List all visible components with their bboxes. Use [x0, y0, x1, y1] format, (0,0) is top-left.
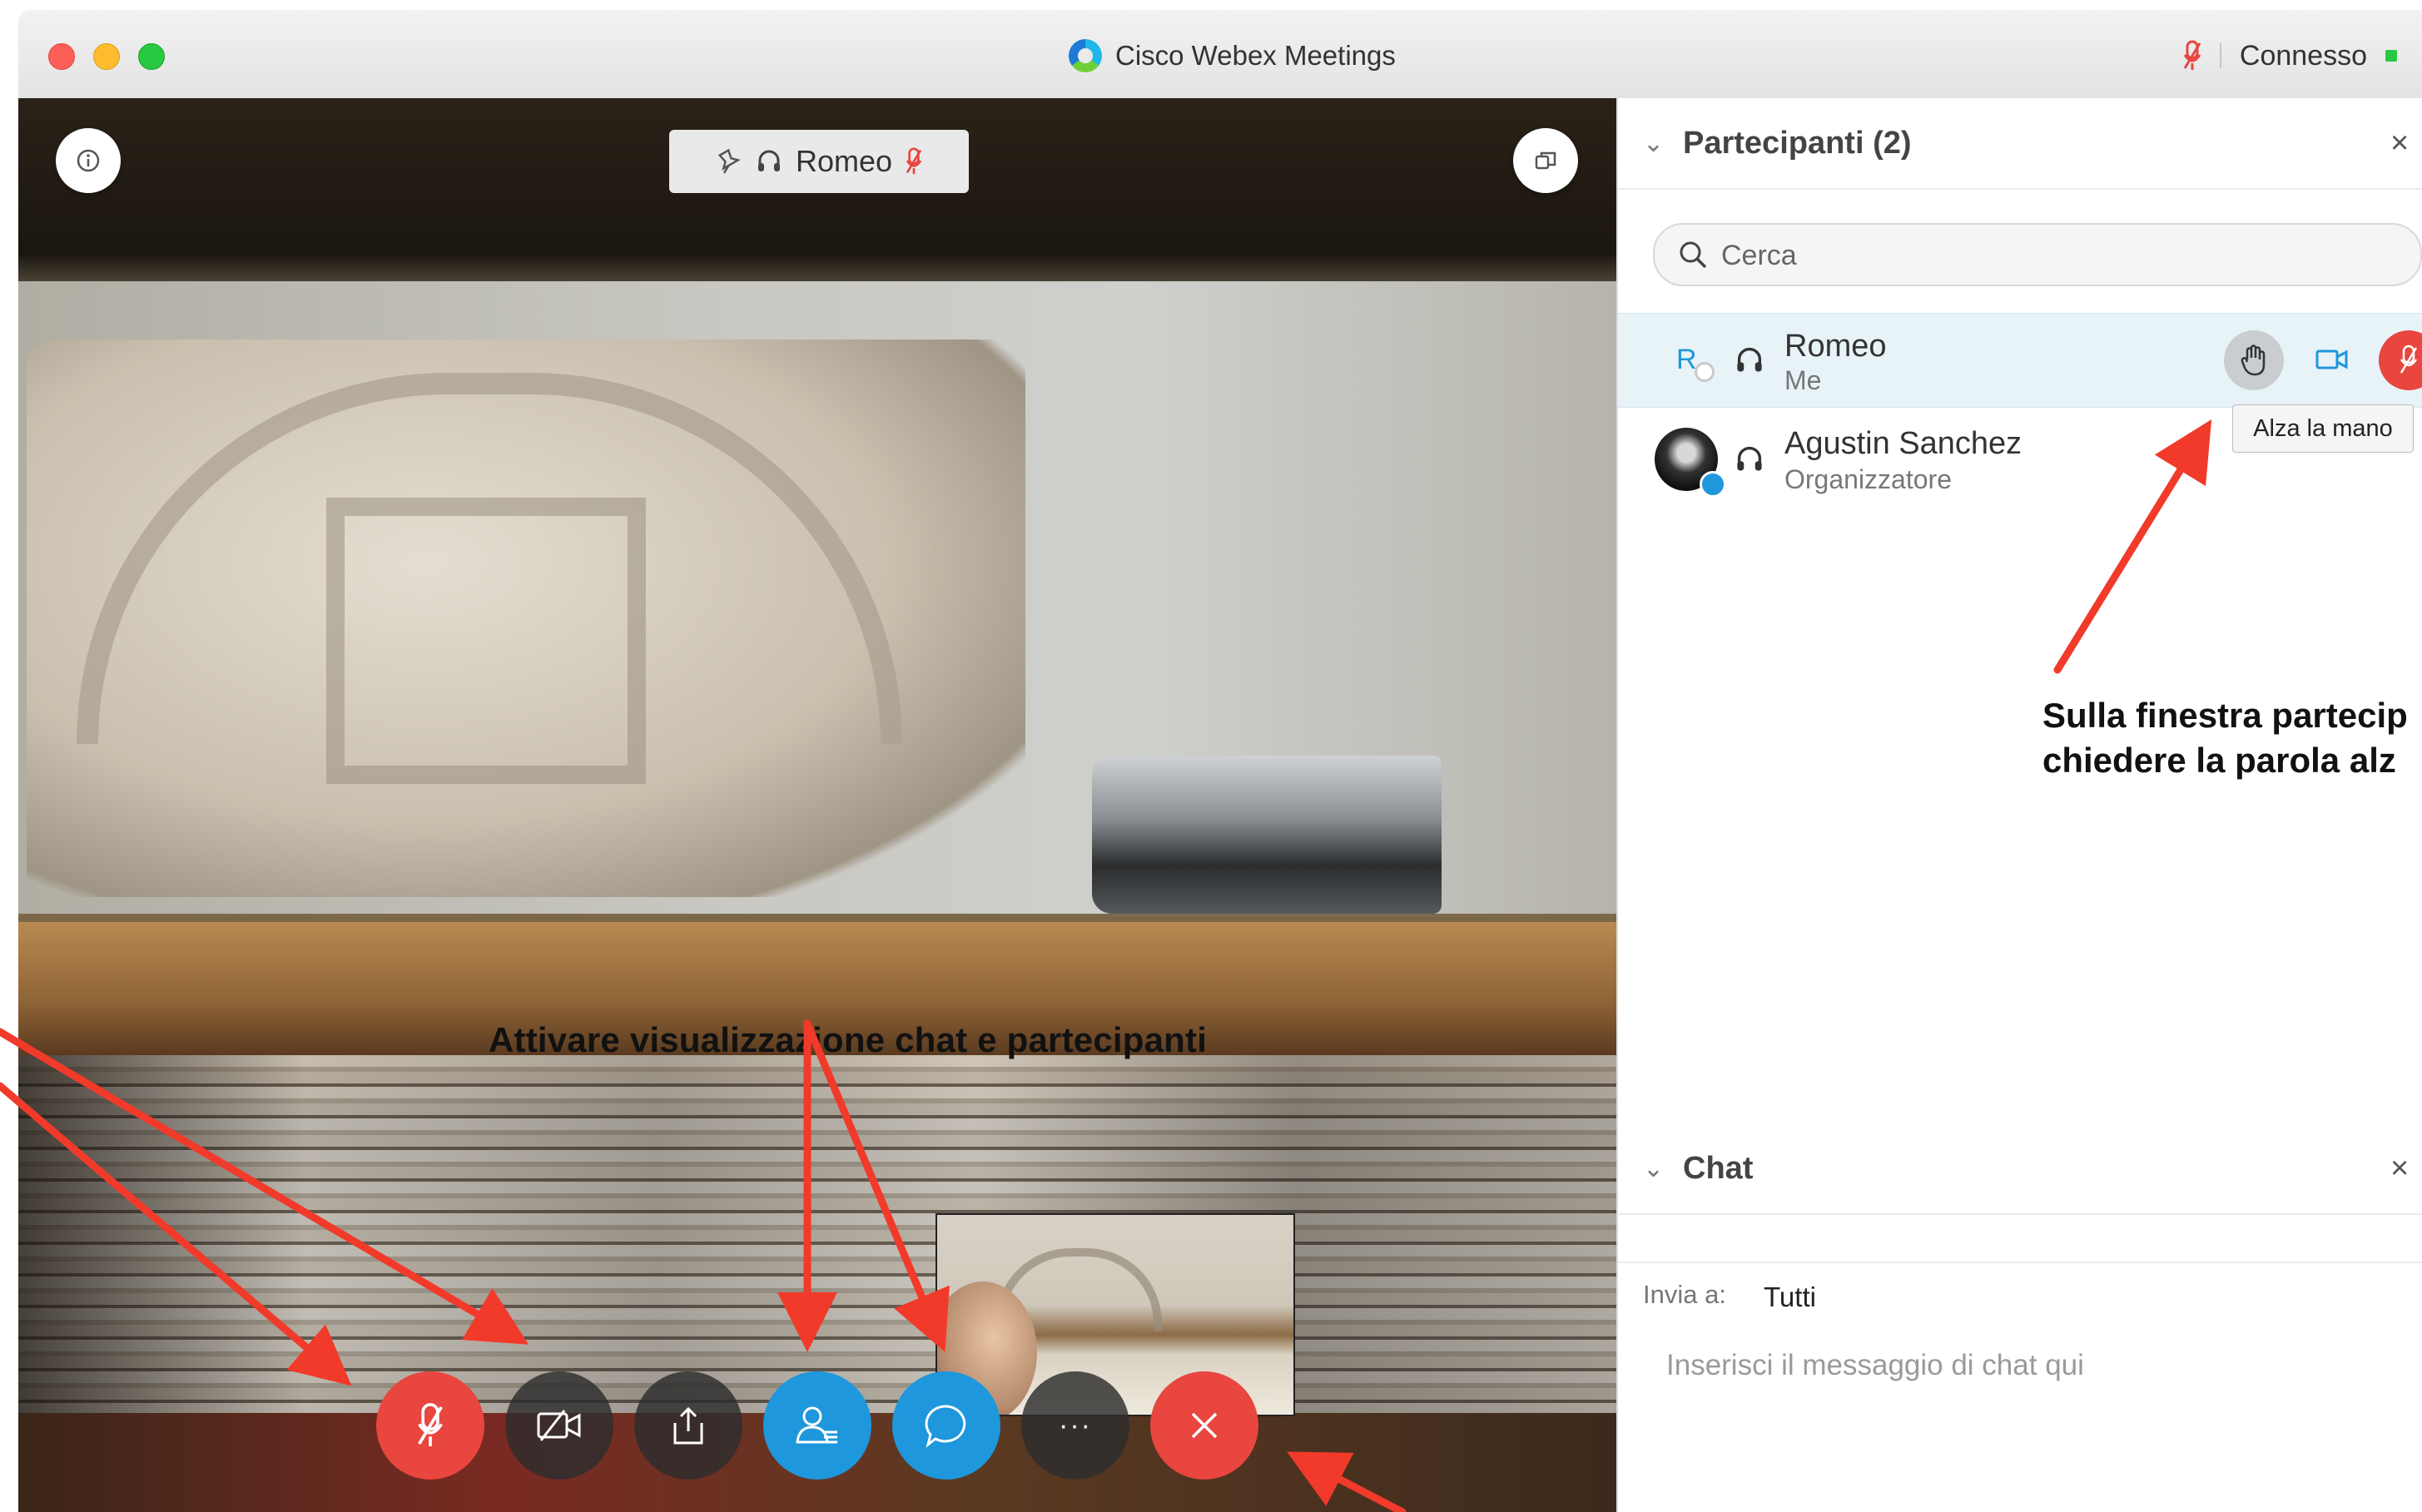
- participant-name: Agustin Sanchez: [1784, 426, 2022, 461]
- participant-role: Organizzatore: [1784, 464, 1952, 494]
- microphone-muted-icon: [2400, 345, 2418, 374]
- avatar: R: [1676, 344, 1697, 375]
- search-icon: [1680, 241, 1707, 269]
- send-to-select[interactable]: Tutti: [1764, 1281, 1816, 1313]
- chat-message-input[interactable]: Inserisci il messaggio di chat qui: [1666, 1349, 2084, 1382]
- microphone-muted-icon: [418, 1403, 443, 1447]
- side-panel: ⌄ Partecipanti (2) × Cerca R Romeo Me Al…: [1616, 98, 2422, 1512]
- chat-title: Chat: [1683, 1150, 1754, 1186]
- headset-icon: [1737, 446, 1762, 471]
- share-icon: [673, 1406, 703, 1445]
- video-icon[interactable]: [2315, 347, 2349, 372]
- connection-indicator: [2385, 50, 2397, 62]
- info-icon: [77, 149, 100, 172]
- microphone-muted-icon: [906, 147, 922, 175]
- close-icon: [1191, 1412, 1218, 1439]
- headset-icon: [757, 150, 780, 171]
- window-titlebar: Cisco Webex Meetings Connesso: [18, 10, 2422, 99]
- window-title: Cisco Webex Meetings: [1069, 35, 1396, 77]
- speaker-name: Romeo: [795, 144, 893, 178]
- more-options-button[interactable]: ···: [1021, 1371, 1129, 1480]
- chat-button[interactable]: [892, 1371, 1000, 1480]
- hand-icon: [2241, 345, 2266, 376]
- annotation-line-2: chiedere la parola alz: [2042, 741, 2396, 780]
- close-window-button[interactable]: [48, 43, 75, 70]
- main-video: Romeo Attivare visualizzazione chat e pa…: [18, 98, 1616, 1512]
- meeting-controls: ···: [376, 1371, 1258, 1480]
- status-divider: [2219, 43, 2221, 68]
- chat-send-to[interactable]: Invia a: Tutti: [1618, 1262, 2422, 1330]
- connection-status: Connesso: [2183, 35, 2397, 77]
- chat-icon: [925, 1405, 966, 1448]
- microphone-muted-icon[interactable]: [2183, 40, 2201, 72]
- video-camera-object: [1092, 756, 1442, 914]
- search-placeholder: Cerca: [1721, 240, 1797, 271]
- video-off-icon: [537, 1410, 581, 1441]
- annotation-raise-hand: Sulla finestra partecip chiedere la paro…: [2042, 693, 2408, 783]
- meeting-info-button[interactable]: [56, 128, 121, 193]
- annotation-controls-text: Attivare visualizzazione chat e partecip…: [489, 1020, 1208, 1059]
- more-icon: ···: [1059, 1409, 1092, 1441]
- leave-meeting-button[interactable]: [1150, 1371, 1258, 1480]
- share-button[interactable]: [634, 1371, 742, 1480]
- presence-indicator: [1695, 362, 1715, 382]
- maximize-window-button[interactable]: [138, 43, 165, 70]
- chat-header: ⌄ Chat ×: [1618, 1123, 2422, 1215]
- video-button[interactable]: [505, 1371, 613, 1480]
- participants-icon: [796, 1406, 837, 1444]
- participants-search-input[interactable]: Cerca: [1653, 223, 2422, 286]
- close-chat-button[interactable]: ×: [2390, 1151, 2409, 1187]
- participants-title: Partecipanti (2): [1683, 125, 1912, 161]
- headset-icon: [1737, 347, 1762, 372]
- raise-hand-button[interactable]: [2224, 330, 2284, 390]
- participant-row-agustin[interactable]: Agustin Sanchez Organizzatore: [1618, 414, 2422, 508]
- mute-button[interactable]: [376, 1371, 484, 1480]
- send-to-label: Invia a:: [1643, 1280, 1726, 1309]
- webex-logo-icon: [1069, 39, 1102, 72]
- participants-header: ⌄ Partecipanti (2) ×: [1618, 98, 2422, 190]
- active-speaker-label: Romeo: [669, 130, 969, 193]
- layout-icon: [1535, 151, 1556, 170]
- pin-icon[interactable]: [716, 148, 742, 175]
- participant-mute-button[interactable]: [2379, 330, 2422, 390]
- participants-button[interactable]: [763, 1371, 871, 1480]
- video-panel: [326, 498, 646, 784]
- minimize-window-button[interactable]: [93, 43, 120, 70]
- close-participants-button[interactable]: ×: [2390, 126, 2409, 161]
- participant-name: Romeo: [1784, 329, 1887, 364]
- connection-status-text: Connesso: [2239, 39, 2367, 72]
- participant-role: Me: [1784, 365, 1822, 395]
- collapse-participants-chevron-icon[interactable]: ⌄: [1643, 129, 1664, 158]
- layout-button[interactable]: [1513, 128, 1578, 193]
- collapse-chat-chevron-icon[interactable]: ⌄: [1643, 1154, 1664, 1183]
- annotation-line-1: Sulla finestra partecip: [2042, 696, 2408, 735]
- organizer-badge: [1700, 471, 1726, 498]
- app-title-text: Cisco Webex Meetings: [1115, 40, 1396, 71]
- participant-row-romeo[interactable]: R Romeo Me: [1618, 313, 2422, 408]
